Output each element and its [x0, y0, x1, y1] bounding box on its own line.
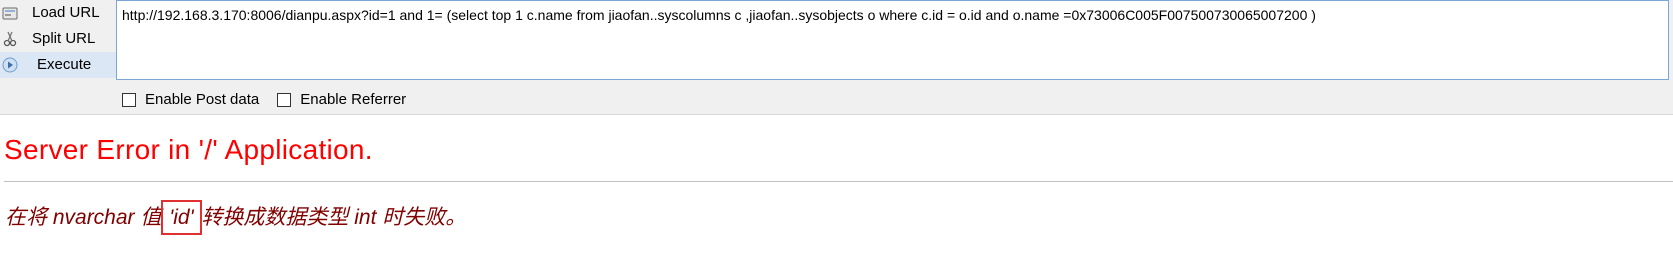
- enable-referrer-label: Enable Referrer: [300, 91, 407, 108]
- enable-post-data-checkbox[interactable]: [122, 92, 136, 107]
- execute-icon: [2, 57, 18, 73]
- error-message-after: 转换成数据类型 int 时失败。: [195, 206, 467, 229]
- load-url-icon: [2, 5, 18, 21]
- split-url-button[interactable]: Split URL: [0, 26, 116, 52]
- error-title: Server Error in '/' Application.: [4, 134, 373, 165]
- hackbar-toolbar: Load URL Split URL Execute http://192.16…: [0, 0, 1673, 115]
- execute-label: Execute: [37, 56, 92, 73]
- split-url-label: Split URL: [32, 30, 96, 47]
- split-url-icon: [2, 31, 18, 47]
- execute-button[interactable]: Execute: [0, 52, 116, 78]
- error-message: 在将 nvarchar 值 'id' 转换成数据类型 int 时失败。: [5, 200, 467, 235]
- enable-post-data-option[interactable]: Enable Post data: [122, 91, 259, 108]
- enable-referrer-checkbox[interactable]: [277, 92, 292, 107]
- url-input[interactable]: http://192.168.3.170:8006/dianpu.aspx?id…: [116, 0, 1669, 80]
- load-url-label: Load URL: [32, 4, 100, 21]
- enable-referrer-option[interactable]: Enable Referrer: [277, 91, 406, 108]
- action-list: Load URL Split URL Execute: [0, 0, 116, 78]
- highlighted-column-name: 'id': [161, 200, 202, 235]
- options-row: Enable Post data Enable Referrer: [122, 91, 424, 108]
- error-message-before: 在将 nvarchar 值: [5, 206, 168, 229]
- divider: [4, 181, 1673, 182]
- load-url-button[interactable]: Load URL: [0, 0, 116, 26]
- enable-post-data-label: Enable Post data: [145, 91, 260, 108]
